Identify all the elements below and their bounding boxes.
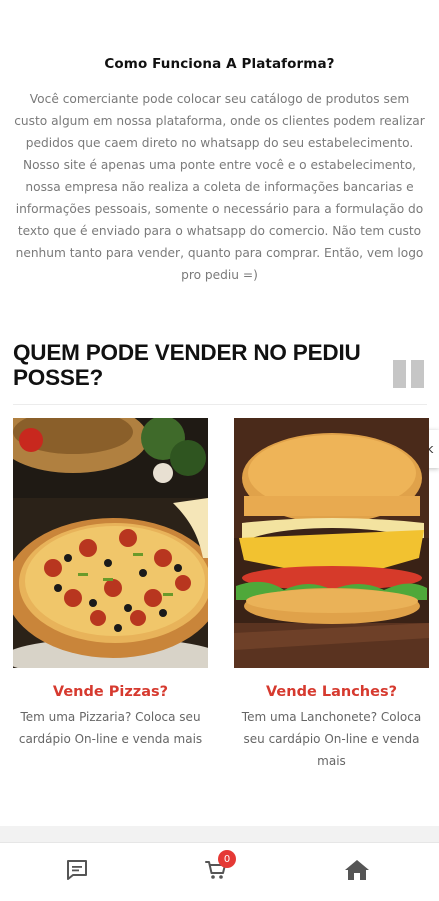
bottom-separator	[0, 826, 439, 842]
bottom-navigation	[0, 842, 439, 901]
burger-image	[234, 418, 429, 668]
section-divider	[13, 404, 427, 405]
who-can-sell-title: QUEM PODE VENDER NO PEDIU POSSE?	[13, 340, 361, 390]
card-pizzas[interactable]: Vende Pizzas? Tem uma Pizzaria? Coloca s…	[13, 418, 208, 750]
how-it-works-description: Você comerciante pode colocar seu catálo…	[14, 92, 425, 282]
message-icon[interactable]	[62, 855, 92, 885]
home-icon[interactable]	[342, 855, 372, 885]
pause-icon[interactable]	[390, 360, 426, 388]
cart-count-badge: 0	[218, 850, 236, 868]
card-description: Tem uma Pizzaria? Coloca seu cardápio On…	[18, 710, 203, 746]
how-it-works-title: Como Funciona A Plataforma?	[104, 56, 335, 72]
card-title[interactable]: Vende Lanches?	[234, 684, 429, 700]
card-title[interactable]: Vende Pizzas?	[13, 684, 208, 700]
card-lanches[interactable]: Vende Lanches? Tem uma Lanchonete? Coloc…	[234, 418, 429, 772]
pizza-image	[13, 418, 208, 668]
card-description: Tem uma Lanchonete? Coloca seu cardápio …	[241, 710, 422, 768]
